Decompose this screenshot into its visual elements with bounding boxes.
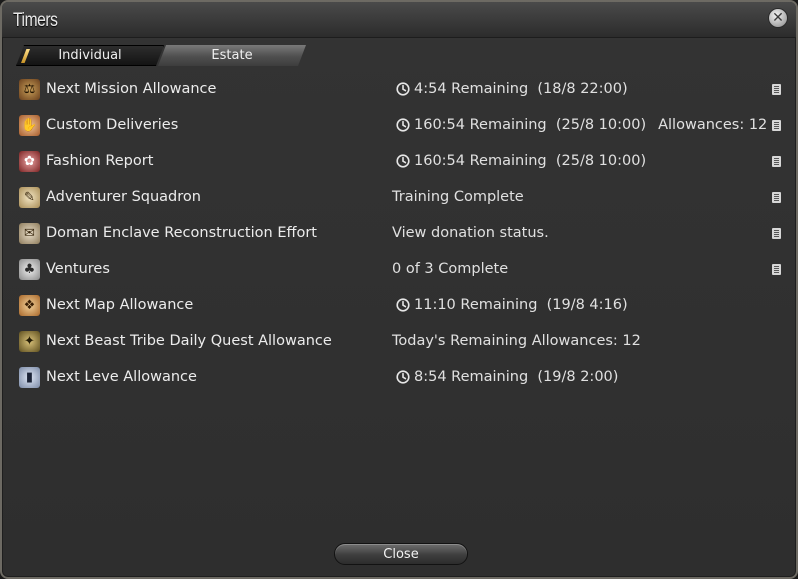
leve-card-icon: ▮ <box>19 367 40 388</box>
details-document-icon[interactable] <box>772 84 781 95</box>
clock-icon <box>396 370 410 384</box>
details-document-icon[interactable] <box>772 120 781 131</box>
clock-icon <box>396 118 410 132</box>
tab-individual-label: Individual <box>58 48 122 63</box>
timers-window: Timers ✕ Individual Estate ⚖ Next Mission… <box>0 0 798 579</box>
timer-label: Ventures <box>46 261 110 277</box>
timer-row[interactable]: ✦ Next Beast Tribe Daily Quest Allowance T… <box>2 324 798 360</box>
timer-label: Next Mission Allowance <box>46 81 217 97</box>
timer-status: Today's Remaining Allowances: 12 <box>392 333 641 349</box>
window-close-icon[interactable]: ✕ <box>768 8 788 28</box>
timer-status-text: 0 of 3 Complete <box>392 261 509 277</box>
timer-status-text: 160:54 Remaining (25/8 10:00) <box>414 117 647 133</box>
timer-status: Training Complete <box>392 189 524 205</box>
timer-label: Doman Enclave Reconstruction Effort <box>46 225 317 241</box>
allowances-count: Allowances: 12 <box>658 117 768 133</box>
timer-label: Next Beast Tribe Daily Quest Allowance <box>46 333 332 349</box>
details-document-icon[interactable] <box>772 228 781 239</box>
title-bar[interactable]: Timers ✕ <box>2 2 796 38</box>
clock-icon <box>396 82 410 96</box>
timer-status: 160:54 Remaining (25/8 10:00) Allowances:… <box>392 117 767 133</box>
timer-status-text[interactable]: View donation status. <box>392 225 549 241</box>
timer-row[interactable]: ✋ Custom Deliveries 160:54 Remaining (25/8… <box>2 108 798 144</box>
timer-row[interactable]: ✿ Fashion Report 160:54 Remaining (25/8 10… <box>2 144 798 180</box>
timer-label: Adventurer Squadron <box>46 189 201 205</box>
scales-icon: ⚖ <box>19 79 40 100</box>
details-document-icon[interactable] <box>772 192 781 203</box>
treasure-map-icon: ❖ <box>19 295 40 316</box>
timer-status: 0 of 3 Complete <box>392 261 508 277</box>
window-title: Timers <box>13 10 58 31</box>
tab-individual[interactable]: Individual <box>16 45 164 66</box>
timer-row[interactable]: ❖ Next Map Allowance 11:10 Remaining (19/8… <box>2 288 798 324</box>
timer-status-text: 160:54 Remaining (25/8 10:00) <box>414 153 647 169</box>
timer-status-text: Training Complete <box>392 189 524 205</box>
timer-row[interactable]: ⚖ Next Mission Allowance 4:54 Remaining (1… <box>2 72 798 108</box>
timer-row[interactable]: ✉ Doman Enclave Reconstruction Effort View… <box>2 216 798 252</box>
timer-label: Next Map Allowance <box>46 297 194 313</box>
timer-status: 8:54 Remaining (19/8 2:00) <box>392 369 618 385</box>
timer-status-text: Today's Remaining Allowances: 12 <box>392 333 641 349</box>
delivery-hand-icon: ✋ <box>19 115 40 136</box>
close-button[interactable]: Close <box>334 543 468 565</box>
timer-status-text: 11:10 Remaining (19/8 4:16) <box>414 297 628 313</box>
timer-status: 4:54 Remaining (18/8 22:00) <box>392 81 628 97</box>
timer-status: 160:54 Remaining (25/8 10:00) <box>392 153 646 169</box>
timer-row[interactable]: ✎ Adventurer Squadron Training Complete <box>2 180 798 216</box>
timer-status-text: 8:54 Remaining (19/8 2:00) <box>414 369 619 385</box>
timer-status: View donation status. <box>392 225 549 241</box>
details-document-icon[interactable] <box>772 156 781 167</box>
scroll-icon: ✎ <box>19 187 40 208</box>
timer-status: 11:10 Remaining (19/8 4:16) <box>392 297 628 313</box>
details-document-icon[interactable] <box>772 264 781 275</box>
close-button-label: Close <box>383 546 419 562</box>
active-tab-indicator-icon <box>21 49 30 63</box>
tab-estate[interactable]: Estate <box>158 45 306 66</box>
timer-row[interactable]: ♣ Ventures 0 of 3 Complete <box>2 252 798 288</box>
tab-bar: Individual Estate <box>16 45 306 66</box>
bell-icon: ♣ <box>19 259 40 280</box>
clock-icon <box>396 154 410 168</box>
tab-estate-label: Estate <box>211 48 253 63</box>
timer-label: Custom Deliveries <box>46 117 179 133</box>
timer-label: Next Leve Allowance <box>46 369 197 385</box>
timer-row[interactable]: ▮ Next Leve Allowance 8:54 Remaining (19/8… <box>2 360 798 396</box>
clock-icon <box>396 298 410 312</box>
timer-status-text: 4:54 Remaining (18/8 22:00) <box>414 81 628 97</box>
rose-icon: ✿ <box>19 151 40 172</box>
timer-list: ⚖ Next Mission Allowance 4:54 Remaining (1… <box>2 72 798 396</box>
doman-scroll-icon: ✉ <box>19 223 40 244</box>
timer-label: Fashion Report <box>46 153 154 169</box>
beast-tribe-icon: ✦ <box>19 331 40 352</box>
